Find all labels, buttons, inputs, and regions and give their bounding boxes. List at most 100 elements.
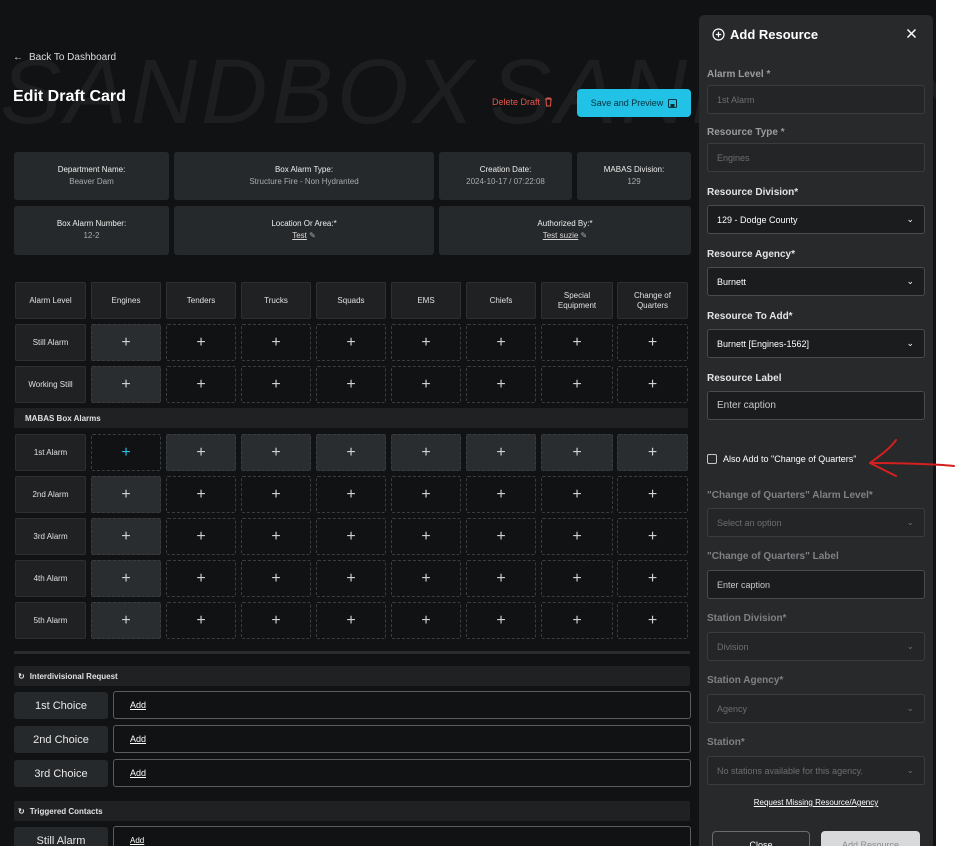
add-resource-cell[interactable]: +: [91, 560, 161, 597]
add-resource-cell[interactable]: +: [391, 434, 461, 471]
plus-icon[interactable]: +: [346, 612, 355, 630]
coq-label-input[interactable]: Enter caption: [707, 570, 925, 599]
add-resource-cell[interactable]: +: [391, 476, 461, 513]
resource-division-select[interactable]: 129 - Dodge County ⌄: [707, 205, 925, 234]
add-resource-cell[interactable]: +: [617, 560, 688, 597]
add-resource-cell[interactable]: +: [166, 324, 236, 361]
plus-icon[interactable]: +: [496, 570, 505, 588]
plus-icon[interactable]: +: [121, 376, 130, 394]
add-resource-cell[interactable]: +: [541, 434, 613, 471]
add-resource-cell[interactable]: +: [241, 560, 311, 597]
plus-icon[interactable]: +: [271, 528, 280, 546]
plus-icon[interactable]: +: [346, 528, 355, 546]
add-resource-cell[interactable]: +: [617, 476, 688, 513]
plus-icon[interactable]: +: [271, 486, 280, 504]
add-resource-cell[interactable]: +: [466, 518, 536, 555]
add-resource-cell[interactable]: +: [241, 518, 311, 555]
add-resource-cell[interactable]: +: [541, 518, 613, 555]
plus-icon[interactable]: +: [648, 570, 657, 588]
plus-icon[interactable]: +: [496, 612, 505, 630]
plus-icon[interactable]: +: [421, 486, 430, 504]
add-resource-cell[interactable]: +: [166, 602, 236, 639]
add-resource-cell[interactable]: +: [391, 602, 461, 639]
add-resource-cell[interactable]: +: [466, 324, 536, 361]
plus-icon[interactable]: +: [648, 486, 657, 504]
plus-icon[interactable]: +: [572, 334, 581, 352]
plus-icon[interactable]: +: [496, 334, 505, 352]
authorized-edit[interactable]: Test suzie ✎: [439, 231, 691, 240]
plus-icon[interactable]: +: [271, 334, 280, 352]
plus-icon[interactable]: +: [121, 486, 130, 504]
plus-icon[interactable]: +: [572, 376, 581, 394]
add-resource-cell[interactable]: +: [541, 560, 613, 597]
add-resource-cell[interactable]: +: [391, 366, 461, 403]
plus-icon[interactable]: +: [421, 334, 430, 352]
pencil-icon[interactable]: ✎: [581, 231, 588, 240]
plus-icon[interactable]: +: [648, 444, 657, 462]
plus-icon[interactable]: +: [121, 612, 130, 630]
plus-icon[interactable]: +: [196, 376, 205, 394]
add-resource-cell[interactable]: +: [316, 560, 386, 597]
add-resource-cell[interactable]: +: [617, 518, 688, 555]
resource-agency-select[interactable]: Burnett ⌄: [707, 267, 925, 296]
plus-icon[interactable]: +: [121, 334, 130, 352]
save-and-preview-button[interactable]: Save and Preview: [577, 89, 691, 117]
add-resource-cell[interactable]: +: [466, 476, 536, 513]
request-missing-link[interactable]: Request Missing Resource/Agency: [699, 798, 933, 807]
resource-label-input[interactable]: Enter caption: [707, 391, 925, 420]
add-resource-cell[interactable]: +: [91, 602, 161, 639]
plus-icon[interactable]: +: [196, 612, 205, 630]
add-resource-cell[interactable]: +: [91, 324, 161, 361]
plus-icon[interactable]: +: [346, 444, 355, 462]
add-resource-cell[interactable]: +: [466, 560, 536, 597]
add-resource-cell[interactable]: +: [391, 324, 461, 361]
add-resource-cell[interactable]: +: [241, 434, 311, 471]
plus-icon[interactable]: +: [421, 570, 430, 588]
plus-icon[interactable]: +: [346, 334, 355, 352]
plus-icon[interactable]: +: [421, 444, 430, 462]
add-resource-cell[interactable]: +: [91, 434, 161, 471]
plus-icon[interactable]: +: [421, 528, 430, 546]
plus-icon[interactable]: +: [572, 612, 581, 630]
coq-alarm-level-select[interactable]: Select an option ⌄: [707, 508, 925, 537]
add-resource-cell[interactable]: +: [316, 602, 386, 639]
plus-icon[interactable]: +: [271, 444, 280, 462]
add-resource-cell[interactable]: +: [391, 560, 461, 597]
add-resource-cell[interactable]: +: [241, 602, 311, 639]
add-resource-cell[interactable]: +: [541, 366, 613, 403]
plus-icon[interactable]: +: [648, 376, 657, 394]
close-icon[interactable]: [905, 27, 918, 45]
add-resource-cell[interactable]: +: [91, 366, 161, 403]
plus-icon[interactable]: +: [196, 486, 205, 504]
plus-icon[interactable]: +: [121, 570, 130, 588]
plus-icon[interactable]: +: [648, 528, 657, 546]
choice-add-3[interactable]: Add: [113, 759, 691, 787]
plus-icon[interactable]: +: [346, 486, 355, 504]
add-resource-cell[interactable]: +: [91, 476, 161, 513]
add-resource-cell[interactable]: +: [166, 476, 236, 513]
plus-icon[interactable]: +: [496, 486, 505, 504]
plus-icon[interactable]: +: [196, 570, 205, 588]
plus-icon[interactable]: +: [648, 334, 657, 352]
plus-icon[interactable]: +: [346, 570, 355, 588]
add-resource-cell[interactable]: +: [241, 476, 311, 513]
also-add-coq-checkbox[interactable]: Also Add to "Change of Quarters": [707, 454, 856, 464]
close-button[interactable]: Close: [712, 831, 810, 846]
delete-draft-button[interactable]: Delete Draft: [492, 97, 553, 107]
back-to-dashboard-link[interactable]: ← Back To Dashboard: [13, 52, 116, 63]
location-value[interactable]: Test: [292, 231, 307, 240]
add-resource-cell[interactable]: +: [466, 366, 536, 403]
add-resource-cell[interactable]: +: [316, 476, 386, 513]
plus-icon[interactable]: +: [496, 376, 505, 394]
add-resource-cell[interactable]: +: [391, 518, 461, 555]
add-resource-cell[interactable]: +: [466, 602, 536, 639]
add-resource-cell[interactable]: +: [617, 602, 688, 639]
plus-icon[interactable]: +: [271, 570, 280, 588]
add-resource-cell[interactable]: +: [617, 434, 688, 471]
add-resource-cell[interactable]: +: [316, 518, 386, 555]
add-resource-cell[interactable]: +: [316, 366, 386, 403]
add-resource-cell[interactable]: +: [541, 602, 613, 639]
plus-icon[interactable]: +: [121, 444, 130, 462]
plus-icon[interactable]: +: [271, 612, 280, 630]
location-edit[interactable]: Test ✎: [174, 231, 434, 240]
